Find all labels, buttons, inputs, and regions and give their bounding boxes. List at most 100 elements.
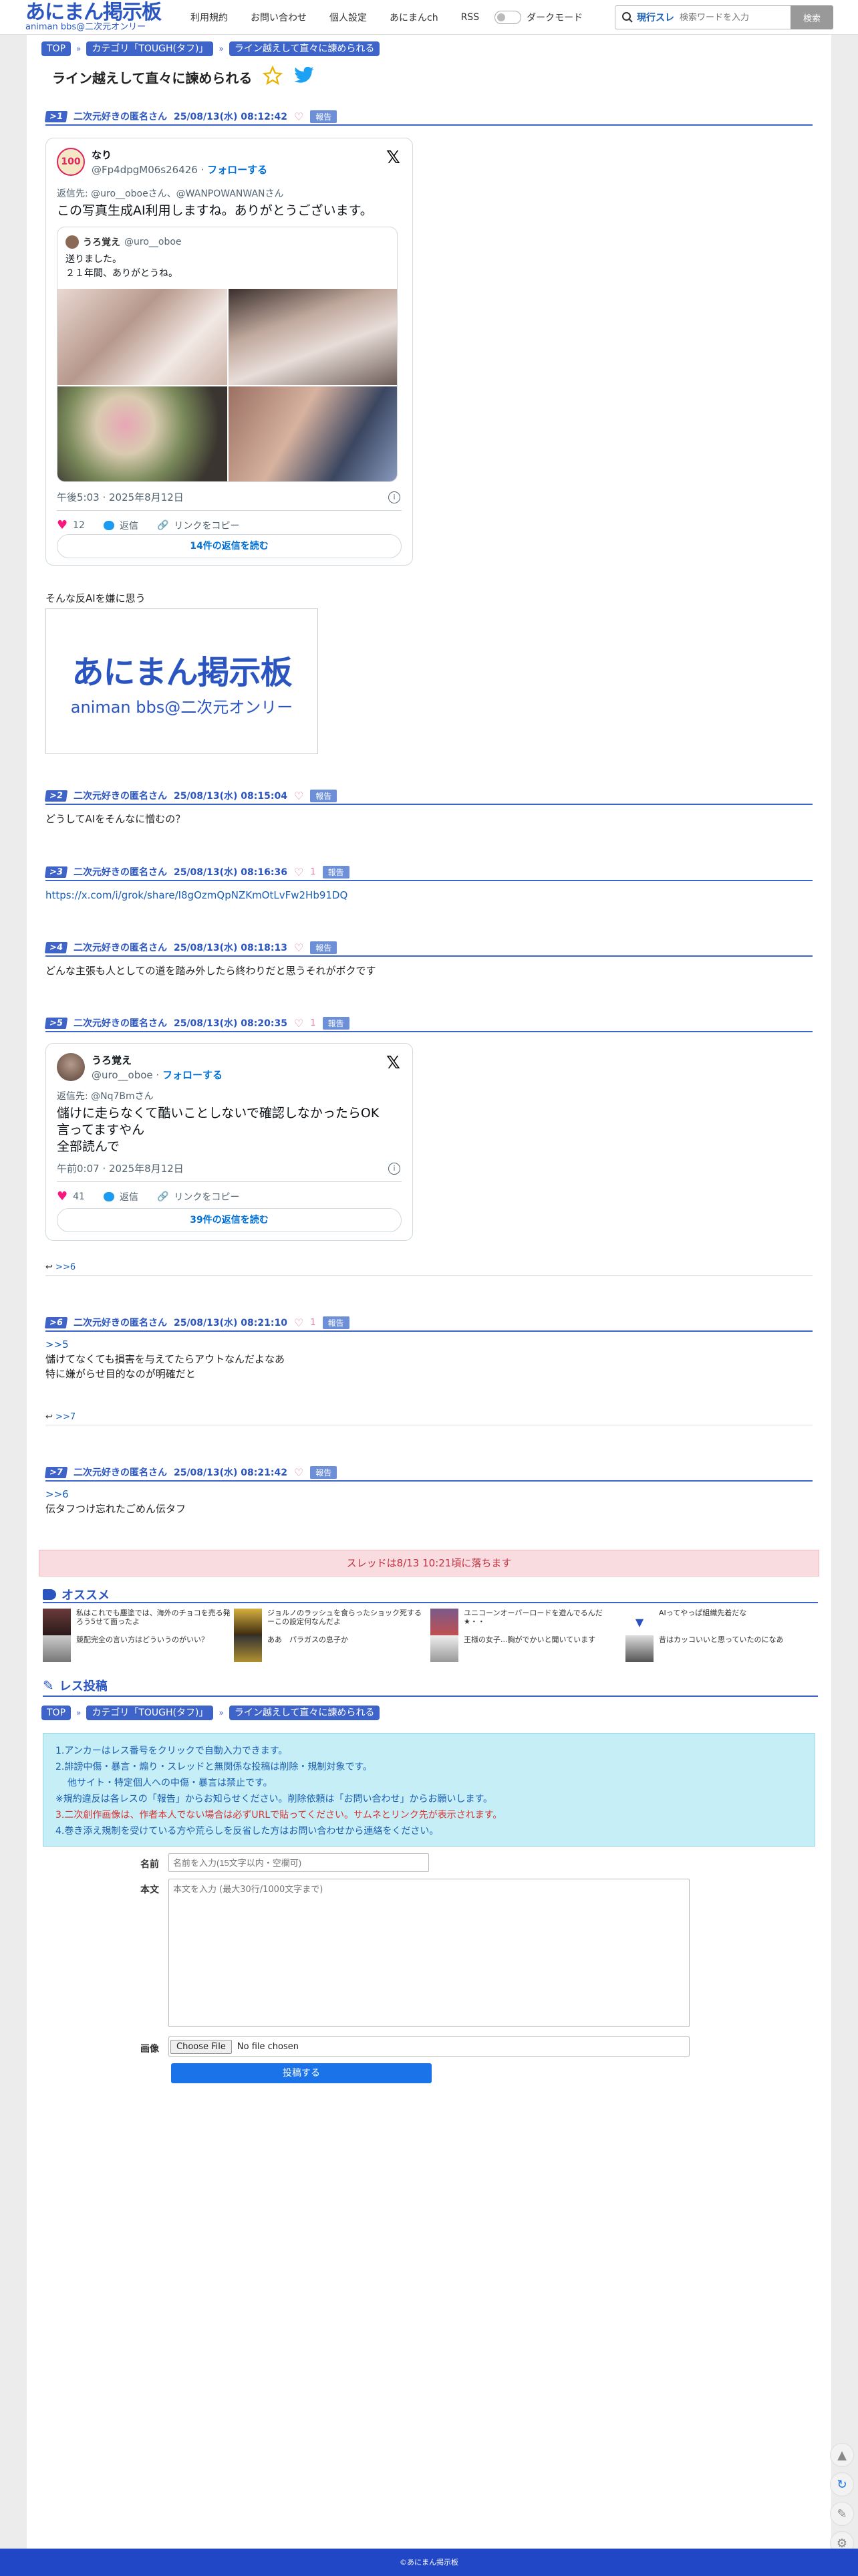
embedded-tweet[interactable]: 100 なり @Fp4dpgM06s26426 · フォローする 𝕏 返信先: … — [45, 138, 413, 566]
tweet-author-name[interactable]: うろ覚え — [92, 1053, 132, 1067]
read-replies-button[interactable]: 39件の返信を読む — [57, 1208, 402, 1232]
breadcrumb-top[interactable]: TOP — [41, 1706, 72, 1720]
star-icon[interactable] — [263, 65, 283, 89]
tweet-timestamp[interactable]: 午前0:07 · 2025年8月12日 — [57, 1161, 184, 1175]
like-heart-icon[interactable]: ♡ — [294, 110, 303, 123]
breadcrumb-thread[interactable]: ライン越えして直々に諫められる — [229, 41, 380, 56]
recommend-item[interactable]: ▼ AIってやっぱ組織先着だな — [625, 1609, 818, 1635]
breadcrumb-thread[interactable]: ライン越えして直々に諫められる — [229, 1706, 380, 1720]
like-heart-icon[interactable]: ♡ — [294, 1017, 303, 1030]
report-button[interactable]: 報告 — [310, 789, 337, 802]
breadcrumb-top[interactable]: TOP — [41, 41, 72, 56]
anchor-link[interactable]: >>6 — [45, 1487, 813, 1502]
report-button[interactable]: 報告 — [322, 865, 349, 879]
heart-icon: ♥ — [57, 1189, 68, 1203]
info-icon[interactable]: i — [388, 491, 400, 503]
post-body: どんな主張も人としての道を踏み外したら終わりだと思うそれがボクです — [45, 965, 376, 977]
post-number[interactable]: >5 — [44, 1017, 68, 1029]
reply-arrow-icon: ↩ — [45, 1412, 53, 1422]
read-replies-button[interactable]: 14件の返信を読む — [57, 534, 402, 558]
body-textarea[interactable] — [168, 1879, 690, 2027]
like-action[interactable]: ♥ 41 — [57, 1189, 85, 1203]
post-number[interactable]: >6 — [44, 1316, 68, 1328]
photo[interactable] — [57, 289, 227, 385]
logo-sub: animan bbs@二次元オンリー — [25, 22, 146, 32]
speech-bubble-icon — [103, 520, 114, 530]
post-4: >4 二次元好きの匿名さん 25/08/13(水) 08:18:13 ♡ 報告 … — [44, 939, 813, 978]
post-header: >5 二次元好きの匿名さん 25/08/13(水) 08:20:35 ♡ 1 報告 — [44, 1015, 813, 1032]
quoted-tweet[interactable]: うろ覚え @uro__oboe 送りました。 ２１年間、ありがとうね。 — [57, 227, 398, 482]
post-number[interactable]: >1 — [44, 110, 68, 122]
recommend-item[interactable]: 昔はカッコいいと思っていたのになあ — [625, 1635, 818, 1662]
follow-link[interactable]: フォローする — [207, 164, 267, 176]
embedded-tweet[interactable]: うろ覚え @uro__oboe · フォローする 𝕏 返信先: @Nq7Bmさん… — [45, 1043, 413, 1241]
recommend-item[interactable]: ユニコーンオーバーロードを遊んでるんだ★・・ — [430, 1609, 623, 1635]
photo[interactable] — [57, 386, 227, 481]
recommend-item[interactable]: ジョルノのラッシュを食らったショック死するーこの設定何なんだよ — [234, 1609, 426, 1635]
reply-action[interactable]: 返信 — [103, 519, 138, 532]
nav-animanch[interactable]: あにまんch — [378, 11, 450, 24]
post-number[interactable]: >4 — [44, 941, 68, 953]
embedded-image[interactable]: あにまん掲示板 animan bbs@二次元オンリー — [45, 608, 318, 754]
breadcrumb-category[interactable]: カテゴリ「TOUGH(タフ)」 — [86, 1706, 214, 1720]
name-input[interactable] — [168, 1853, 429, 1872]
search-input[interactable] — [680, 12, 780, 23]
x-logo-icon[interactable]: 𝕏 — [386, 1053, 400, 1073]
report-button[interactable]: 報告 — [310, 941, 337, 954]
posting-rules: 1.アンカーはレス番号をクリックで自動入力できます。 2.誹謗中傷・暴言・煽り・… — [43, 1733, 815, 1847]
choose-file-button[interactable]: Choose File — [170, 2039, 232, 2054]
reply-backlink[interactable]: ↩ >>7 — [45, 1412, 813, 1425]
heart-icon: ♥ — [57, 518, 68, 532]
post-number[interactable]: >2 — [44, 790, 68, 802]
site-logo[interactable]: あにまん掲示板 animan bbs@二次元オンリー — [25, 1, 166, 33]
tweet-timestamp[interactable]: 午後5:03 · 2025年8月12日 — [57, 490, 184, 504]
report-button[interactable]: 報告 — [322, 1316, 349, 1329]
copy-link-action[interactable]: 🔗 リンクをコピー — [157, 1190, 239, 1203]
copy-link-action[interactable]: 🔗 リンクをコピー — [157, 519, 239, 532]
nav-rss[interactable]: RSS — [450, 12, 491, 23]
photo[interactable] — [229, 289, 397, 385]
breadcrumb-category[interactable]: カテゴリ「TOUGH(タフ)」 — [86, 41, 214, 56]
recommend-item[interactable]: ああ パラガスの息子か — [234, 1635, 426, 1662]
like-action[interactable]: ♥ 12 — [57, 518, 85, 532]
recommend-item[interactable]: 私はこれでも塵塗では、海外のチョコを売る発ろう5せて面ったよ — [43, 1609, 235, 1635]
like-heart-icon[interactable]: ♡ — [294, 1466, 303, 1479]
scroll-top-icon[interactable]: ▲ — [830, 2443, 854, 2467]
x-logo-icon[interactable]: 𝕏 — [386, 148, 400, 168]
dark-mode-toggle[interactable]: ダークモード — [494, 11, 583, 24]
recommend-item[interactable]: 王様の女子...胸がでかいと聞いています — [430, 1635, 623, 1662]
tweet-author-name[interactable]: なり — [92, 148, 112, 162]
report-button[interactable]: 報告 — [310, 110, 337, 123]
twitter-share-icon[interactable] — [293, 66, 315, 88]
post-number[interactable]: >7 — [44, 1466, 68, 1478]
report-button[interactable]: 報告 — [310, 1466, 337, 1479]
report-button[interactable]: 報告 — [322, 1016, 349, 1030]
follow-link[interactable]: フォローする — [162, 1069, 223, 1081]
reply-action[interactable]: 返信 — [103, 1190, 138, 1203]
like-heart-icon[interactable]: ♡ — [294, 866, 303, 879]
like-heart-icon[interactable]: ♡ — [294, 1316, 303, 1329]
nav-terms[interactable]: 利用規約 — [179, 11, 239, 24]
nav-settings[interactable]: 個人設定 — [318, 11, 378, 24]
reply-backlink[interactable]: ↩ >>6 — [45, 1262, 813, 1276]
avatar — [57, 1053, 85, 1081]
post-link[interactable]: https://x.com/i/grok/share/I8gOzmQpNZKmO… — [45, 889, 347, 901]
toggle-switch[interactable] — [494, 11, 522, 24]
image-file-input[interactable]: Choose File No file chosen — [168, 2036, 690, 2057]
thumbnail — [43, 1635, 71, 1662]
nav-contact[interactable]: お問い合わせ — [239, 11, 318, 24]
like-heart-icon[interactable]: ♡ — [294, 941, 303, 954]
post-body-line: 儲けてなくても損害を与えてたらアウトなんだよなあ — [45, 1353, 285, 1365]
edit-icon[interactable]: ✎ — [830, 2502, 854, 2526]
info-icon[interactable]: i — [388, 1163, 400, 1175]
search-button[interactable]: 検索 — [791, 5, 833, 29]
anchor-link[interactable]: >>5 — [45, 1337, 813, 1352]
recommend-item[interactable]: 競配完全の言い方はどういうのがいい？ — [43, 1635, 235, 1662]
submit-button[interactable]: 投稿する — [171, 2063, 432, 2083]
photo[interactable] — [229, 386, 397, 481]
like-heart-icon[interactable]: ♡ — [294, 790, 303, 802]
search-mode-select[interactable]: 現行スレ — [637, 11, 674, 24]
post-number[interactable]: >3 — [44, 866, 68, 878]
link-icon: 🔗 — [156, 519, 169, 531]
reload-icon[interactable]: ↻ — [830, 2472, 854, 2496]
